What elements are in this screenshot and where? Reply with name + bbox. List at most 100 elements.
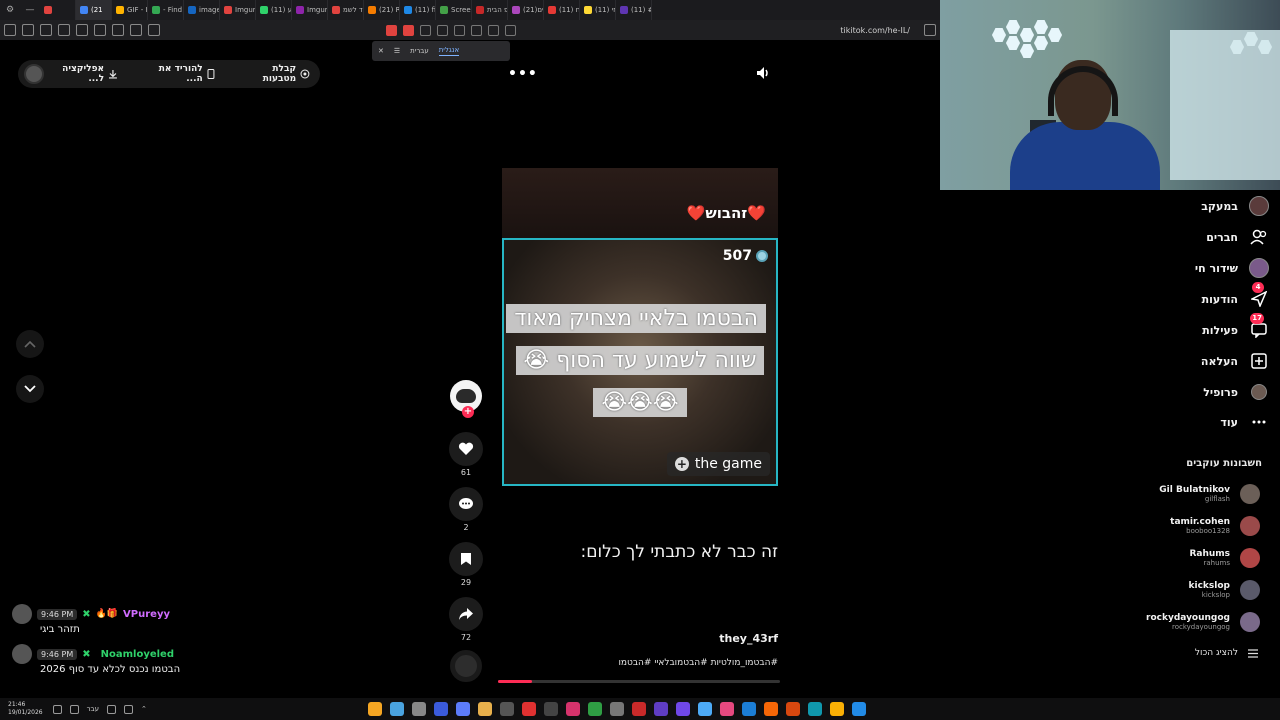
taskbar-app-icon[interactable] (434, 702, 448, 716)
brave-icon[interactable] (386, 24, 397, 36)
taskbar-app-icon[interactable] (742, 702, 756, 716)
bookmark-icon[interactable] (924, 24, 936, 36)
browser-tab[interactable]: image.png (184, 0, 220, 20)
extension-icon[interactable] (40, 24, 52, 36)
browser-tab[interactable] (40, 0, 76, 20)
browser-tab[interactable]: (11) מלח (544, 0, 580, 20)
volume-icon[interactable] (52, 704, 62, 714)
sidebar-item-1[interactable]: חברים (1206, 225, 1270, 249)
followed-account[interactable]: rockydayoungog rockydayoungog (1146, 608, 1260, 636)
taskbar-app-icon[interactable] (500, 702, 514, 716)
user-avatar[interactable] (24, 64, 44, 84)
address-bar[interactable]: tikitok.com/he-IL/ (840, 26, 910, 35)
taskbar-app-icon[interactable] (676, 702, 690, 716)
sidebar-item-3[interactable]: הודעות 4 (1202, 282, 1270, 311)
taskbar-app-icon[interactable] (412, 702, 426, 716)
browser-tab[interactable]: (11) אירוע (256, 0, 292, 20)
translate-lang-from[interactable]: עברית (410, 47, 429, 55)
video-author[interactable]: they_43rf (719, 632, 778, 645)
tray-app-icon[interactable] (106, 704, 116, 714)
browser-tab[interactable]: Imgur: The (220, 0, 256, 20)
show-all-button[interactable]: להציג הכול (1195, 648, 1258, 658)
taskbar-app-icon[interactable] (720, 702, 734, 716)
sidebar-item-6[interactable]: פרופיל (1203, 380, 1270, 404)
browser-tab[interactable]: פחד לשמ (328, 0, 364, 20)
music-disc-icon[interactable] (450, 650, 482, 682)
taskbar-app-icon[interactable] (764, 702, 778, 716)
share-icon[interactable] (437, 24, 448, 36)
taskbar-app-icon[interactable] (610, 702, 624, 716)
minimize-icon[interactable]: — (20, 0, 40, 20)
rewards-icon[interactable] (403, 24, 414, 36)
taskbar-app-icon[interactable] (478, 702, 492, 716)
reader-icon[interactable] (505, 24, 516, 36)
video-progress-bar[interactable] (498, 680, 780, 683)
followed-account[interactable]: Gil Bulatnikov gilflash (1159, 480, 1260, 508)
video-player[interactable]: ❤️זהבוש❤️ 507 הבטמו בלאיי מצחיק מאוד שוו… (502, 168, 778, 686)
comment-button[interactable]: 2 (448, 487, 484, 532)
menu-icon[interactable] (4, 24, 16, 36)
creator-avatar[interactable]: + (450, 380, 482, 418)
taskbar-app-icon[interactable] (588, 702, 602, 716)
taskbar-app-icon[interactable] (566, 702, 580, 716)
taskbar-app-icon[interactable] (698, 702, 712, 716)
keyboard-language[interactable]: עבר (87, 705, 99, 713)
cast-icon[interactable] (454, 24, 465, 36)
followed-account[interactable]: Rahums rahums (1189, 544, 1260, 572)
followed-account[interactable]: tamir.cohen booboo1328 (1170, 512, 1260, 540)
taskbar-app-icon[interactable] (786, 702, 800, 716)
taskbar-app-icon[interactable] (632, 702, 646, 716)
next-video-button[interactable] (16, 375, 44, 403)
browser-tab[interactable]: (11) #dem (616, 0, 652, 20)
like-button[interactable]: 61 (448, 432, 484, 477)
taskbar-app-icon[interactable] (522, 702, 536, 716)
browser-tab[interactable]: - Find & T (148, 0, 184, 20)
zoom-icon[interactable] (471, 24, 482, 36)
sidebar-item-2[interactable]: שידור חי (1195, 256, 1270, 280)
taskbar-app-icon[interactable] (808, 702, 822, 716)
the-game-tag[interactable]: + the game (666, 452, 770, 476)
share-button[interactable]: 72 (448, 597, 484, 642)
tray-app-icon[interactable] (123, 704, 133, 714)
follow-plus-icon[interactable]: + (462, 406, 474, 418)
taskbar-app-icon[interactable] (654, 702, 668, 716)
taskbar-app-icon[interactable] (830, 702, 844, 716)
browser-tab[interactable]: (11) חוזי (580, 0, 616, 20)
wifi-icon[interactable] (69, 704, 79, 714)
followed-account[interactable]: kickslop kickslop (1189, 576, 1260, 604)
chevron-up-icon[interactable]: ⌃ (141, 705, 147, 713)
browser-tab[interactable]: GIF - Im (112, 0, 148, 20)
taskbar-app-icon[interactable] (390, 702, 404, 716)
download-icon[interactable] (112, 24, 124, 36)
sidebar-item-0[interactable]: במעקב (1201, 194, 1270, 218)
browser-tab[interactable]: (11) first (400, 0, 436, 20)
download-app-button[interactable]: להוריד את ה... (140, 64, 215, 84)
browser-tab[interactable]: (21)ירושים (508, 0, 544, 20)
browser-settings-icon[interactable]: ⚙ (0, 0, 20, 20)
taskbar-app-icon[interactable] (368, 702, 382, 716)
sidebar-item-7[interactable]: עוד (1220, 410, 1270, 434)
browser-tab[interactable]: Imgur: The (292, 0, 328, 20)
sidebar-item-5[interactable]: העלאה (1201, 349, 1270, 373)
taskbar-app-icon[interactable] (456, 702, 470, 716)
browser-tab[interactable]: (21) Ramé (364, 0, 400, 20)
get-coins-button[interactable]: קבלת מטבעות (237, 64, 310, 84)
translate-icon[interactable] (488, 24, 499, 36)
sidebar-item-4[interactable]: פעילות 17 (1202, 313, 1270, 342)
screenshot-icon[interactable] (130, 24, 142, 36)
browser-tab[interactable]: חטופ הבית (472, 0, 508, 20)
translate-close-icon[interactable]: ✕ (378, 47, 384, 55)
tab-list-icon[interactable] (76, 24, 88, 36)
browser-tab[interactable]: (21 (76, 0, 112, 20)
translate-menu-icon[interactable]: ☰ (394, 47, 400, 55)
chat-icon[interactable] (148, 24, 160, 36)
previous-video-button[interactable] (16, 330, 44, 358)
sidebar-icon[interactable] (58, 24, 70, 36)
shield-icon[interactable] (22, 24, 34, 36)
taskbar-app-icon[interactable] (544, 702, 558, 716)
video-hashtags[interactable]: #הבטמו_מולטיות #הבטמובלאיי #הבטמו (618, 658, 778, 668)
reload-icon[interactable] (420, 24, 431, 36)
save-button[interactable]: 29 (448, 542, 484, 587)
more-options-icon[interactable]: ••• (508, 66, 538, 82)
browser-tab[interactable]: Screenshot (436, 0, 472, 20)
